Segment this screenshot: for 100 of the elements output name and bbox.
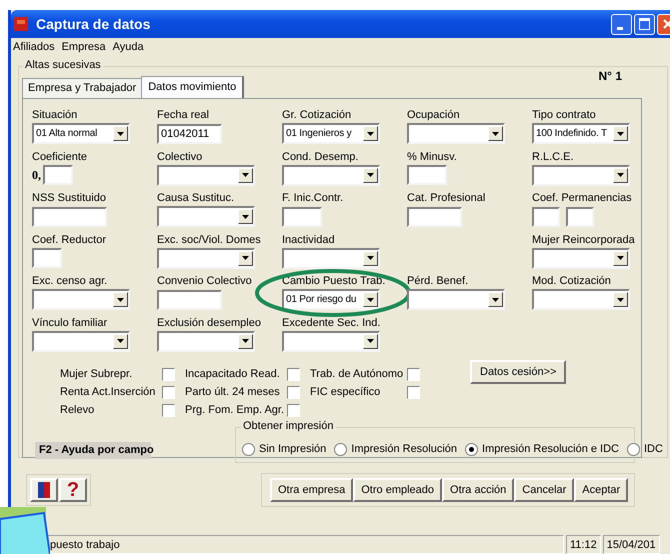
radio-label: Impresión Resolución bbox=[351, 443, 458, 455]
input-field[interactable] bbox=[282, 206, 322, 226]
caret-icon bbox=[492, 298, 499, 302]
caret-icon bbox=[367, 339, 374, 343]
input-field[interactable] bbox=[157, 290, 222, 310]
action-button[interactable]: Otra empresa bbox=[270, 478, 354, 502]
checkbox[interactable] bbox=[287, 386, 300, 398]
dropdown-field[interactable] bbox=[157, 330, 255, 352]
dropdown-field[interactable] bbox=[532, 289, 630, 310]
caret-icon bbox=[492, 132, 499, 136]
action-button[interactable]: Otra acción bbox=[442, 478, 514, 502]
field-label: Exclusión desempleo bbox=[157, 316, 262, 330]
caret-icon bbox=[367, 173, 374, 177]
checkbox-label: Incapacitado Read. bbox=[185, 368, 280, 380]
menu-item[interactable]: Ayuda bbox=[112, 41, 144, 53]
action-button[interactable]: Otro empleado bbox=[353, 478, 442, 502]
field-prefix: 0, bbox=[32, 168, 41, 182]
caret-icon bbox=[617, 132, 624, 136]
exit-button[interactable] bbox=[30, 478, 58, 502]
checkbox[interactable] bbox=[162, 386, 175, 398]
field-label: Convenio Colectivo bbox=[157, 275, 253, 289]
checkbox[interactable] bbox=[162, 404, 175, 416]
caret-icon bbox=[117, 339, 124, 343]
help-button[interactable]: ? bbox=[59, 478, 87, 502]
field-label: Tipo contrato bbox=[532, 109, 597, 123]
checkbox-label: Relevo bbox=[60, 404, 94, 416]
group-title: Altas sucesivas bbox=[23, 59, 103, 71]
input-field[interactable] bbox=[32, 248, 62, 268]
field-label: Pérd. Benef. bbox=[407, 275, 470, 289]
field-label: R.L.C.E. bbox=[532, 150, 575, 164]
input-field[interactable] bbox=[407, 206, 462, 226]
menu-item[interactable]: Empresa bbox=[62, 41, 106, 53]
input-field[interactable] bbox=[32, 206, 107, 226]
field-label: Ocupación bbox=[407, 109, 461, 123]
checkbox[interactable] bbox=[407, 368, 420, 380]
radio-button[interactable] bbox=[242, 442, 255, 456]
dropdown-field[interactable] bbox=[532, 164, 630, 186]
maximize-button[interactable] bbox=[634, 14, 655, 34]
checkbox[interactable] bbox=[162, 368, 175, 380]
caret-icon bbox=[242, 256, 249, 260]
field-label: Cat. Profesional bbox=[407, 192, 486, 206]
input-field[interactable] bbox=[532, 206, 560, 226]
dropdown-field[interactable] bbox=[157, 206, 255, 227]
dropdown-field[interactable] bbox=[32, 330, 130, 352]
checkbox[interactable] bbox=[407, 386, 420, 398]
dropdown-field[interactable]: 01 Por riesgo du bbox=[282, 289, 380, 310]
field-label: Coeficiente bbox=[32, 150, 88, 164]
dropdown-field[interactable] bbox=[157, 248, 255, 268]
dropdown-field[interactable] bbox=[407, 123, 505, 144]
field-label: % Minusv. bbox=[407, 150, 458, 164]
field-label: Mujer Reincorporada bbox=[532, 234, 636, 248]
window-title: Captura de datos bbox=[36, 16, 150, 32]
field-label: Gr. Cotización bbox=[282, 109, 352, 123]
radio-button[interactable] bbox=[465, 442, 478, 456]
input-field[interactable] bbox=[43, 165, 73, 185]
input-field[interactable] bbox=[407, 165, 447, 185]
field-label: Mod. Cotización bbox=[532, 275, 612, 289]
checkbox[interactable] bbox=[287, 368, 300, 380]
record-number: N° 1 bbox=[598, 69, 622, 83]
dropdown-field[interactable] bbox=[282, 248, 380, 268]
minimize-button[interactable] bbox=[611, 14, 632, 34]
caret-icon bbox=[242, 339, 249, 343]
dropdown-field[interactable] bbox=[32, 289, 130, 310]
menu-item[interactable]: Afiliados bbox=[13, 41, 55, 53]
field-label: Cond. Desemp. bbox=[282, 150, 360, 164]
help-hint: F2 - Ayuda por campo bbox=[35, 442, 151, 459]
action-button[interactable]: Aceptar bbox=[574, 478, 628, 502]
dropdown-field[interactable] bbox=[282, 164, 380, 186]
caret-icon bbox=[367, 298, 374, 302]
action-button[interactable]: Cancelar bbox=[514, 478, 574, 502]
checkbox-label: Parto últ. 24 meses bbox=[185, 386, 280, 398]
door-icon bbox=[37, 481, 51, 499]
dropdown-field[interactable] bbox=[282, 330, 380, 352]
field-label: Colectivo bbox=[157, 150, 204, 164]
field-label: Vínculo familiar bbox=[32, 316, 108, 330]
checkbox-label: Mujer Subrepr. bbox=[60, 368, 132, 380]
field-label: F. Inic.Contr. bbox=[282, 192, 344, 206]
radio-button[interactable] bbox=[334, 442, 348, 456]
field-label: Inactividad bbox=[282, 234, 336, 248]
input-field[interactable] bbox=[566, 206, 594, 226]
dropdown-field[interactable]: 100 Indefinido. T bbox=[532, 123, 630, 144]
caret-icon bbox=[367, 256, 374, 260]
radio-label: Sin Impresión bbox=[259, 443, 326, 455]
dropdown-field[interactable]: 01 Alta normal bbox=[32, 123, 130, 144]
input-field[interactable]: 01042011 bbox=[157, 124, 222, 144]
tab[interactable]: Datos movimiento bbox=[141, 76, 244, 98]
tab[interactable]: Empresa y Trabajador bbox=[22, 78, 142, 98]
checkbox[interactable] bbox=[287, 404, 300, 416]
dropdown-field[interactable]: 01 Ingenieros y bbox=[282, 123, 380, 144]
caret-icon bbox=[242, 173, 249, 177]
dropdown-field[interactable] bbox=[157, 164, 255, 186]
cession-button[interactable]: Datos cesión>> bbox=[470, 360, 566, 384]
dropdown-field[interactable] bbox=[407, 289, 505, 310]
radio-button[interactable] bbox=[627, 442, 640, 456]
radio-label: Impresión Resolución e IDC bbox=[482, 443, 619, 455]
caret-icon bbox=[242, 214, 249, 218]
dropdown-field[interactable] bbox=[532, 248, 630, 268]
caret-icon bbox=[617, 173, 624, 177]
caret-icon bbox=[367, 132, 374, 136]
status-time: 11:12 bbox=[566, 535, 601, 554]
